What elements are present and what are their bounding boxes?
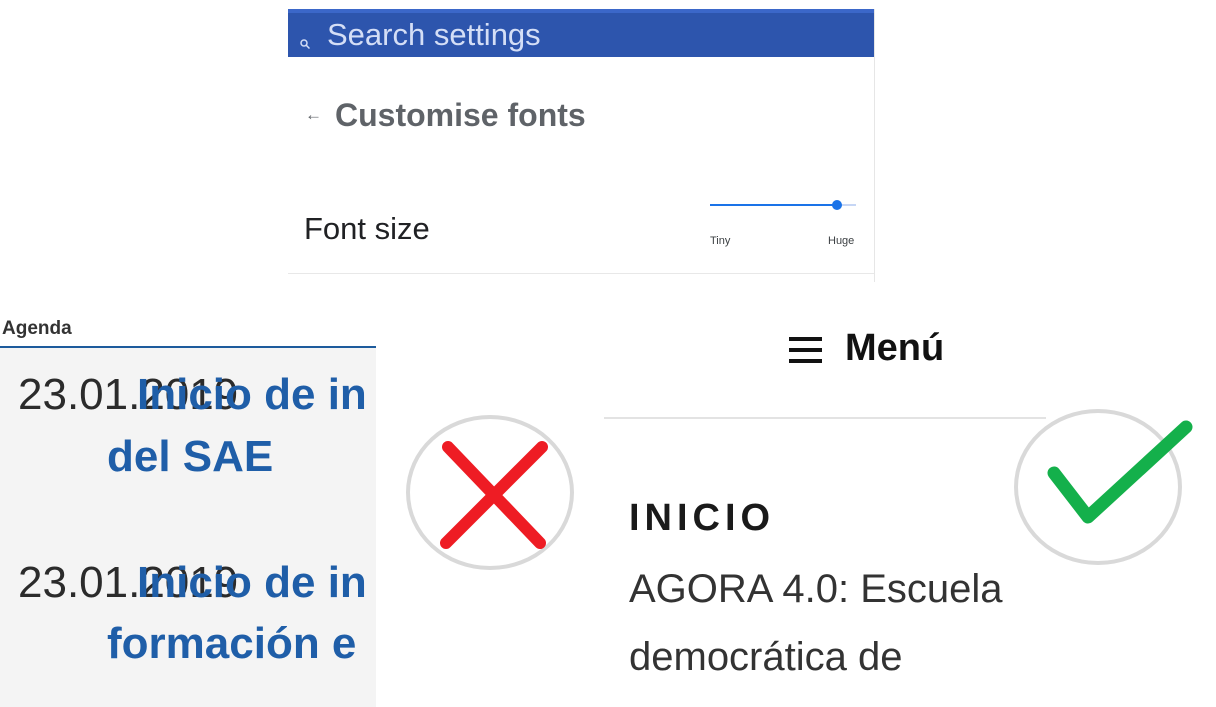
agenda-item-link[interactable]: Inicio de in <box>137 558 367 608</box>
slider-thumb[interactable] <box>832 200 843 210</box>
green-checkmark-icon <box>1047 420 1193 524</box>
search-icon <box>300 39 310 49</box>
hamburger-menu-icon[interactable] <box>789 336 825 364</box>
red-cross-icon <box>440 441 548 549</box>
slider-min-label: Tiny <box>710 235 731 247</box>
menu-entry-line[interactable]: democrática de <box>629 634 902 680</box>
agenda-heading: Agenda <box>2 318 72 339</box>
agenda-list: 23.01.2019 Inicio de in del SAE 23.01.20… <box>0 348 376 707</box>
menu-divider <box>604 417 1046 419</box>
arrow-back-icon[interactable]: ← <box>305 105 322 125</box>
slider-max-label: Huge <box>828 235 855 247</box>
menu-entry-line[interactable]: AGORA 4.0: Escuela <box>629 566 1003 612</box>
agenda-item-link[interactable]: Inicio de in <box>137 370 367 420</box>
menu-bar <box>789 337 822 341</box>
font-size-slider[interactable] <box>710 195 856 215</box>
page-title: Customise fonts <box>335 97 586 133</box>
right-mark-circle <box>1014 409 1193 565</box>
menu-bar <box>789 348 822 352</box>
agenda-item-link-continued[interactable]: del SAE <box>107 432 273 482</box>
menu-button[interactable]: Menú <box>845 326 944 370</box>
font-size-label: Font size <box>304 211 430 246</box>
agenda-item-link-continued[interactable]: formación e <box>107 619 356 669</box>
menu-section-heading[interactable]: INICIO <box>629 497 775 539</box>
search-settings-bar[interactable]: Search settings <box>288 9 874 57</box>
search-input[interactable]: Search settings <box>327 17 541 53</box>
wrong-mark-circle <box>406 415 574 570</box>
font-settings-panel: Search settings ← Customise fonts Font s… <box>288 9 875 282</box>
menu-bar <box>789 359 822 363</box>
slider-fill <box>710 204 838 206</box>
divider <box>288 273 874 274</box>
